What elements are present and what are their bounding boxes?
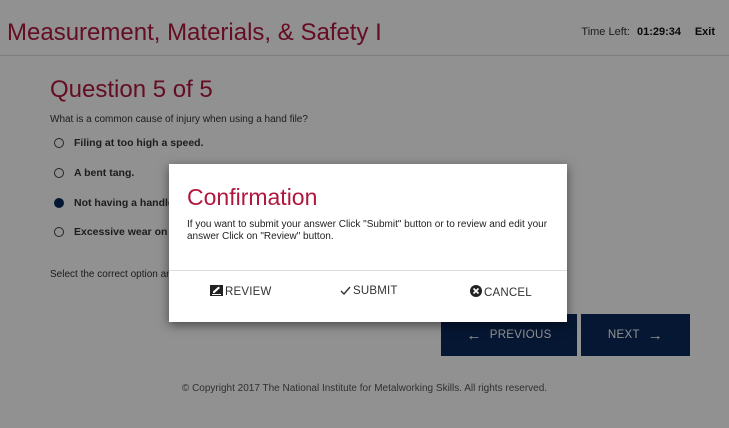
dialog-message: If you want to submit your answer Click … [187, 219, 548, 242]
dialog-divider [169, 270, 567, 271]
review-button[interactable]: REVIEW [210, 285, 272, 298]
check-icon [340, 286, 351, 295]
cancel-label: CANCEL [484, 287, 532, 299]
review-label: REVIEW [225, 286, 272, 298]
submit-button[interactable]: SUBMIT [340, 285, 398, 297]
submit-label: SUBMIT [353, 285, 398, 297]
cancel-circle-icon [470, 285, 482, 297]
edit-icon [210, 285, 223, 296]
confirmation-dialog: Confirmation If you want to submit your … [169, 164, 567, 322]
dialog-title: Confirmation [187, 184, 318, 210]
cancel-button[interactable]: CANCEL [470, 285, 532, 299]
